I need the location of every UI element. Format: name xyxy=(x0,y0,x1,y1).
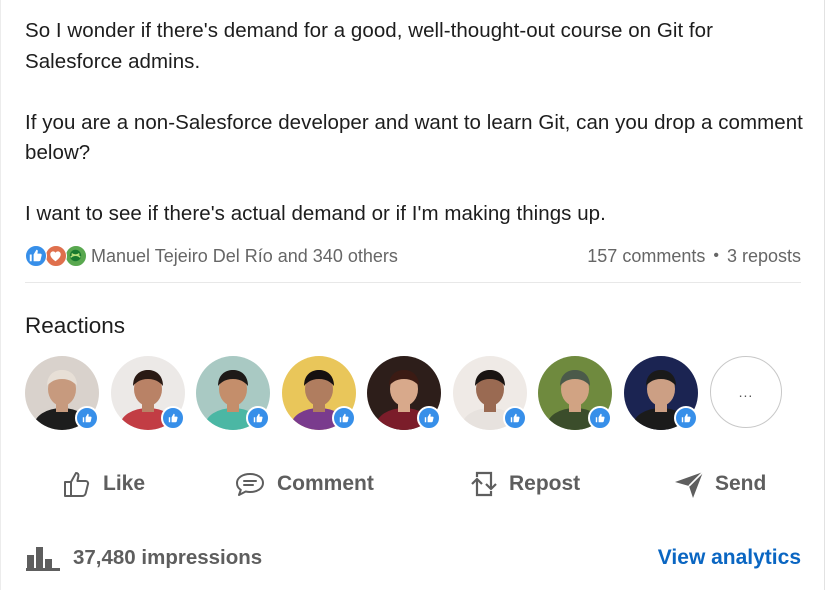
reactor-avatar-2[interactable] xyxy=(110,356,185,430)
comments-count[interactable]: 157 comments xyxy=(587,246,705,267)
like-button[interactable]: Like xyxy=(61,462,145,506)
like-badge-icon xyxy=(588,406,612,430)
post-actions: Like Comment Repost Send xyxy=(25,462,801,506)
repost-button[interactable]: Repost xyxy=(469,462,580,506)
bar-chart-icon xyxy=(26,547,60,571)
like-badge-icon xyxy=(502,406,527,430)
post-paragraph: I want to see if there's actual demand o… xyxy=(25,202,606,225)
comment-button[interactable]: Comment xyxy=(233,462,374,506)
like-badge-icon xyxy=(331,406,356,430)
reactor-avatar-8[interactable] xyxy=(623,356,698,430)
thumbs-up-icon xyxy=(64,472,90,497)
send-icon xyxy=(675,471,704,498)
comment-label: Comment xyxy=(277,472,374,495)
reactions-heading: Reactions xyxy=(25,313,126,338)
like-badge-icon xyxy=(246,406,270,430)
reaction-icons[interactable] xyxy=(25,244,87,268)
repost-icon xyxy=(471,471,497,497)
impressions-count: 37,480 impressions xyxy=(73,546,263,569)
post-paragraph: So I wonder if there's demand for a good… xyxy=(25,19,714,73)
support-icon xyxy=(65,245,87,267)
reactor-avatar-5[interactable] xyxy=(367,356,441,430)
like-badge-icon xyxy=(160,406,185,430)
comment-icon xyxy=(236,473,264,496)
reactors-avatars: ... xyxy=(25,356,805,432)
impressions-bar: 37,480 impressions View analytics xyxy=(25,540,801,576)
reactor-avatar-4[interactable] xyxy=(281,356,356,430)
reactor-avatar-1[interactable] xyxy=(25,356,99,430)
reposts-count[interactable]: 3 reposts xyxy=(727,246,801,267)
like-icon xyxy=(25,245,47,267)
reactor-avatar-3[interactable] xyxy=(196,356,270,430)
more-reactions-button[interactable]: ... xyxy=(710,356,782,428)
like-badge-icon xyxy=(673,406,698,430)
reactor-avatar-7[interactable] xyxy=(538,356,612,430)
engagement-counts: 157 comments • 3 reposts xyxy=(587,246,801,267)
post-body: So I wonder if there's demand for a good… xyxy=(25,16,805,230)
love-icon xyxy=(45,245,67,267)
reactor-avatar-6[interactable] xyxy=(452,356,527,430)
separator: • xyxy=(713,247,719,264)
post-paragraph: If you are a non-Salesforce developer an… xyxy=(25,110,803,165)
like-label: Like xyxy=(103,472,146,495)
send-label: Send xyxy=(715,472,767,495)
like-badge-icon xyxy=(417,406,441,430)
divider xyxy=(25,282,801,283)
view-analytics-link[interactable]: View analytics xyxy=(658,546,801,570)
post-card: So I wonder if there's demand for a good… xyxy=(0,0,825,590)
repost-label: Repost xyxy=(509,472,581,495)
like-badge-icon xyxy=(75,406,99,430)
social-counts-bar: Manuel Tejeiro Del Río and 340 others 15… xyxy=(25,242,801,270)
reactors-summary[interactable]: Manuel Tejeiro Del Río and 340 others xyxy=(91,246,398,267)
send-button[interactable]: Send xyxy=(673,462,766,506)
